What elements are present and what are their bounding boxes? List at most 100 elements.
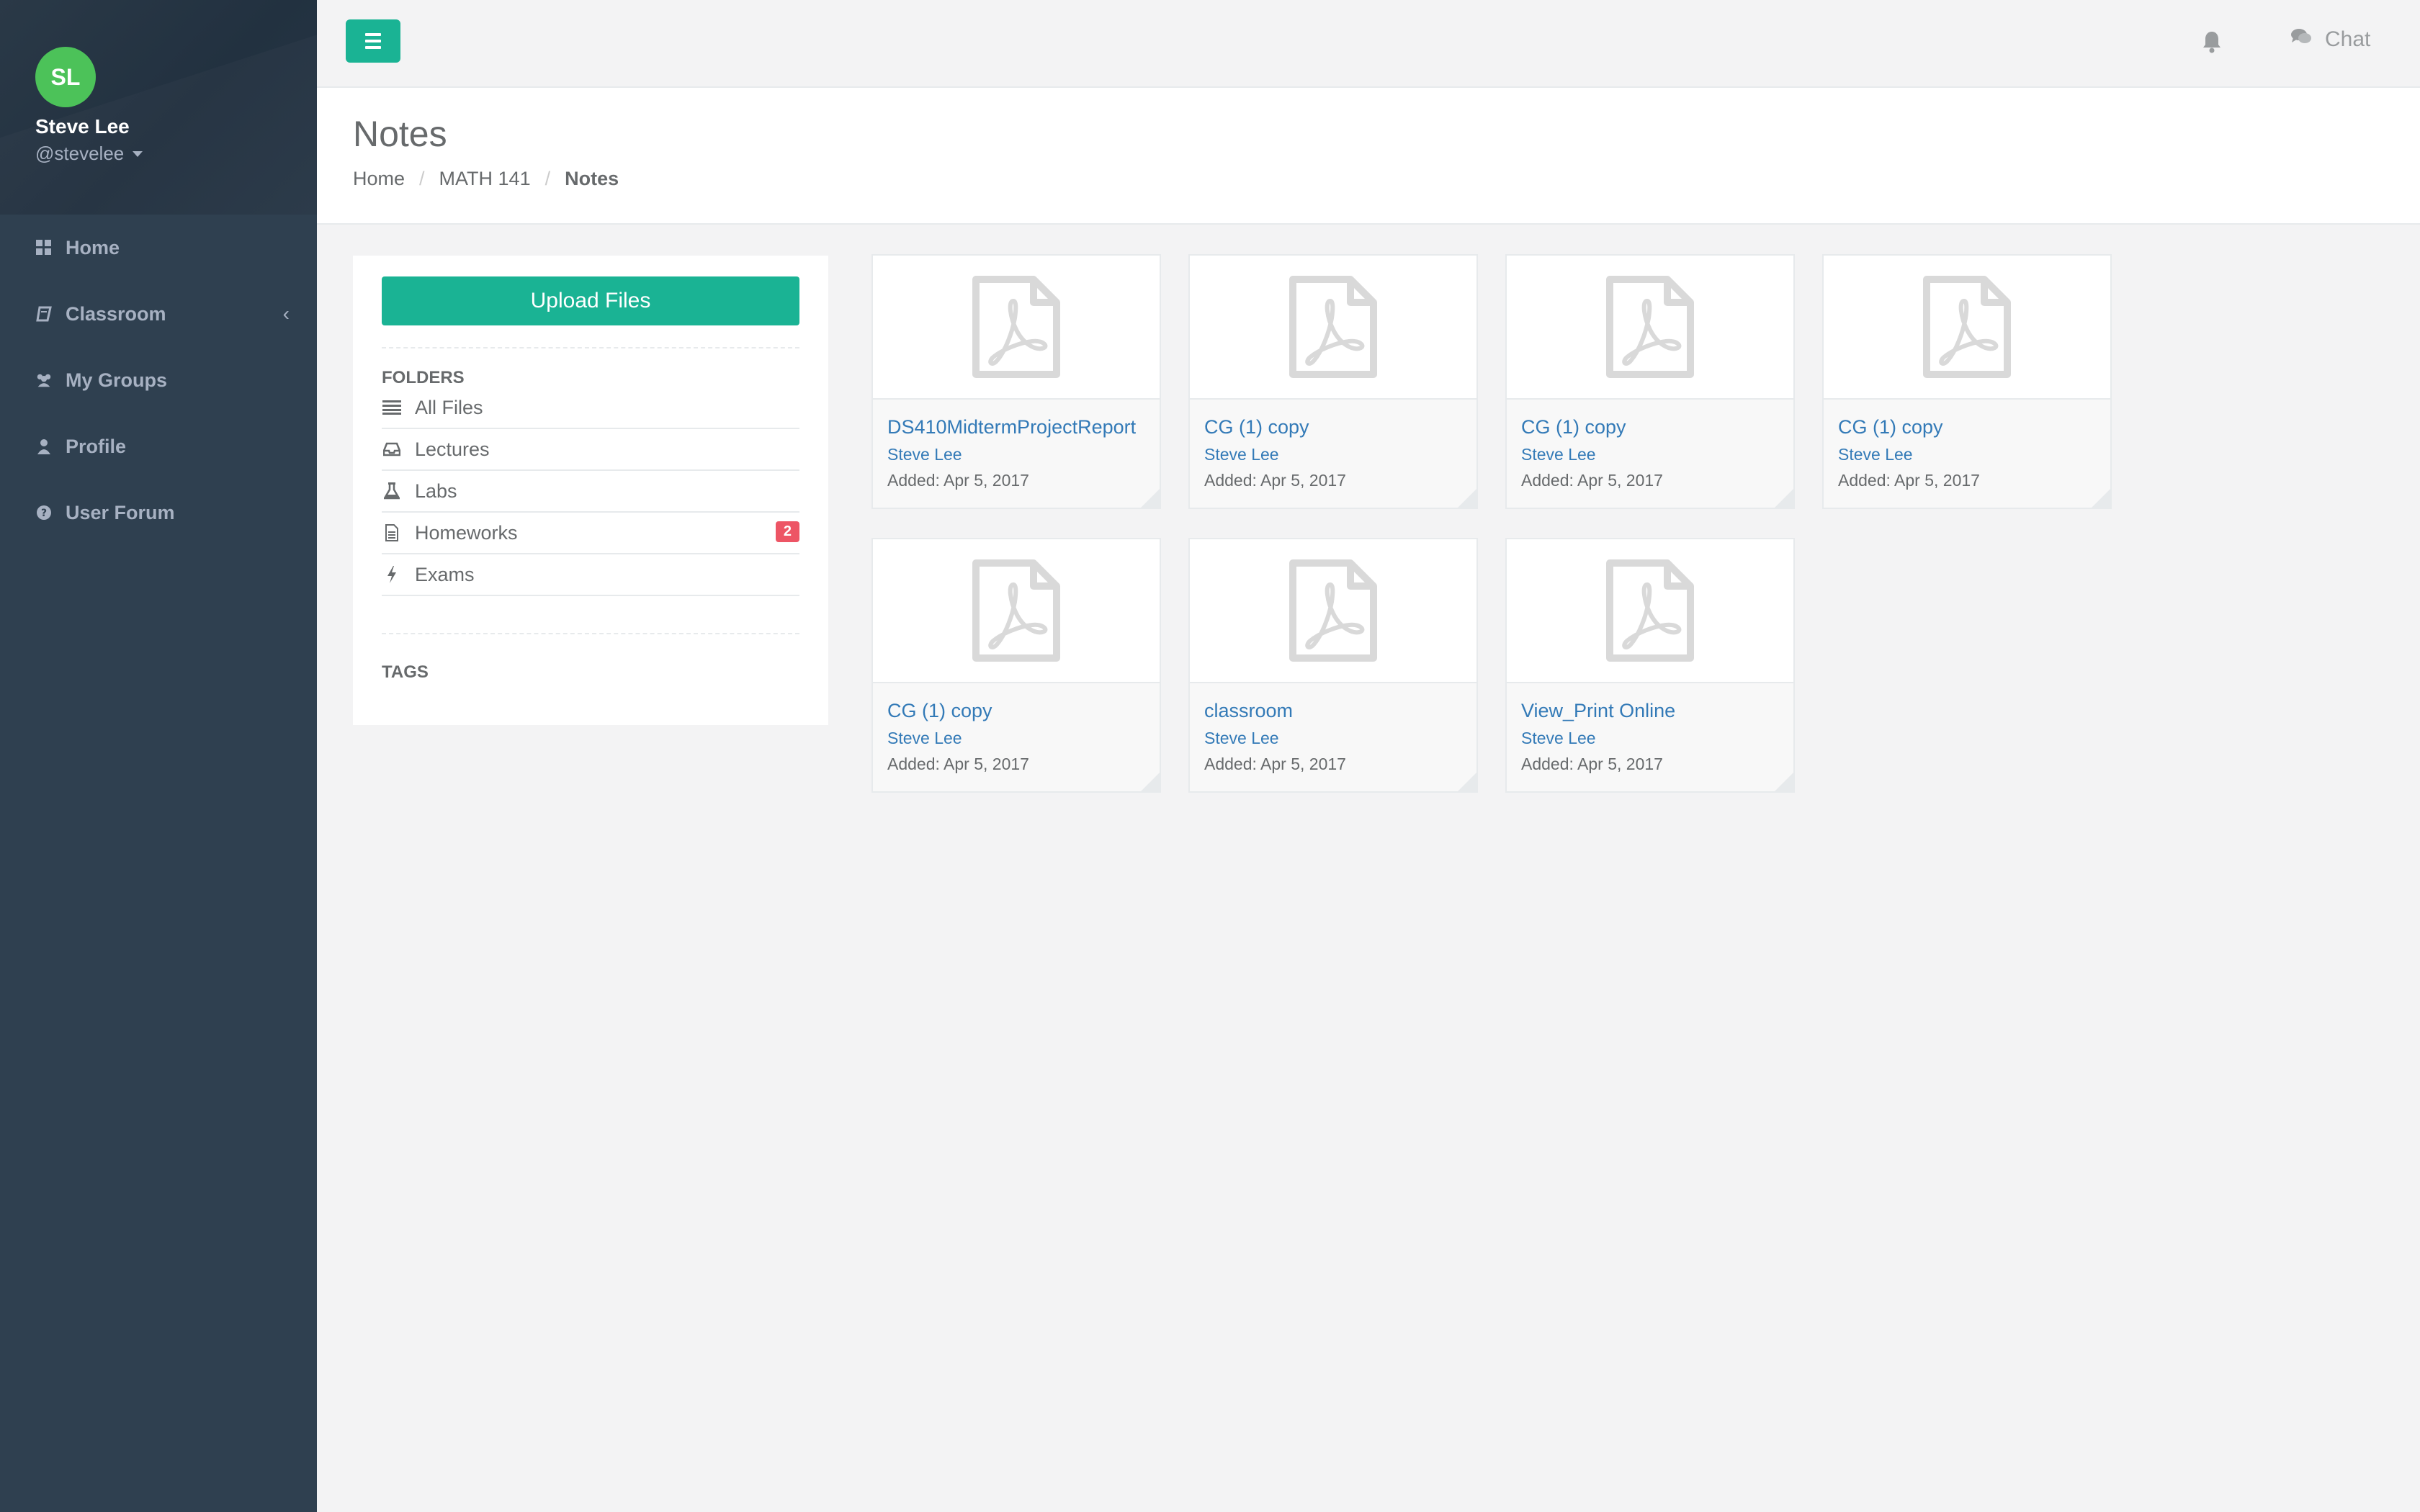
pdf-file-icon <box>1289 559 1377 662</box>
th-large-icon <box>35 239 53 256</box>
chat-link[interactable]: Chat <box>2290 27 2370 52</box>
upload-files-button[interactable]: Upload Files <box>382 276 799 325</box>
breadcrumb-separator: / <box>419 168 425 189</box>
file-card[interactable]: CG (1) copy Steve Lee Added: Apr 5, 2017 <box>1505 254 1795 509</box>
file-preview[interactable] <box>1824 256 2110 400</box>
folder-labs[interactable]: Labs <box>382 471 799 513</box>
file-preview[interactable] <box>1507 256 1793 400</box>
file-author[interactable]: Steve Lee <box>1521 729 1596 748</box>
folder-label: All Files <box>415 396 483 418</box>
folder-label: Labs <box>415 480 457 502</box>
chevron-left-icon: ‹ <box>282 302 290 325</box>
divider <box>382 347 799 348</box>
hamburger-icon <box>365 33 381 36</box>
file-text-icon <box>382 524 402 541</box>
file-name[interactable]: classroom <box>1204 700 1293 722</box>
breadcrumb: Home / MATH 141 / Notes <box>353 168 619 190</box>
folder-exams[interactable]: Exams <box>382 554 799 596</box>
user-menu-toggle[interactable]: @stevelee <box>35 143 143 165</box>
corner-fold <box>1458 773 1476 791</box>
folder-lectures[interactable]: Lectures <box>382 429 799 471</box>
sidebar-item-home[interactable]: Home <box>0 215 317 281</box>
file-card[interactable]: CG (1) copy Steve Lee Added: Apr 5, 2017 <box>1822 254 2112 509</box>
pdf-file-icon <box>1606 559 1694 662</box>
sidebar-item-my-groups[interactable]: My Groups <box>0 347 317 413</box>
file-name[interactable]: CG (1) copy <box>887 700 992 722</box>
file-card[interactable]: CG (1) copy Steve Lee Added: Apr 5, 2017 <box>871 538 1161 793</box>
file-author[interactable]: Steve Lee <box>1838 445 1913 464</box>
svg-text:?: ? <box>41 508 47 519</box>
file-author[interactable]: Steve Lee <box>1521 445 1596 464</box>
sidebar-item-label: Classroom <box>66 302 166 325</box>
file-name[interactable]: View_Print Online <box>1521 700 1675 722</box>
file-preview[interactable] <box>1190 539 1476 683</box>
file-author[interactable]: Steve Lee <box>1204 729 1279 748</box>
file-date: Added: Apr 5, 2017 <box>1204 471 1346 490</box>
book-icon <box>35 305 53 323</box>
folder-list: All Files Lectures Labs Homeworks 2 Exam… <box>382 387 799 596</box>
file-preview[interactable] <box>1507 539 1793 683</box>
corner-fold <box>1775 489 1793 508</box>
folder-label: Homeworks <box>415 521 518 544</box>
file-card[interactable]: classroom Steve Lee Added: Apr 5, 2017 <box>1188 538 1478 793</box>
chat-label: Chat <box>2325 27 2371 51</box>
user-icon <box>35 438 53 455</box>
file-date: Added: Apr 5, 2017 <box>1838 471 1980 490</box>
corner-fold <box>1141 489 1160 508</box>
breadcrumb-home[interactable]: Home <box>353 168 405 190</box>
pdf-file-icon <box>1289 276 1377 378</box>
file-card[interactable]: DS410MidtermProjectReport Steve Lee Adde… <box>871 254 1161 509</box>
top-navbar: Chat <box>317 0 2420 88</box>
file-preview[interactable] <box>873 256 1160 400</box>
sidebar: SL Steve Lee @stevelee Home Classroom ‹ … <box>0 0 317 1512</box>
file-author[interactable]: Steve Lee <box>887 445 962 464</box>
sidebar-item-user-forum[interactable]: ? User Forum <box>0 480 317 546</box>
file-author[interactable]: Steve Lee <box>887 729 962 748</box>
folder-label: Lectures <box>415 438 490 460</box>
file-name[interactable]: DS410MidtermProjectReport <box>887 416 1136 438</box>
list-icon <box>382 399 402 416</box>
menu-toggle-button[interactable] <box>346 19 400 63</box>
folders-title: FOLDERS <box>382 368 465 387</box>
sidebar-item-classroom[interactable]: Classroom ‹ <box>0 281 317 347</box>
user-name[interactable]: Steve Lee <box>35 115 130 138</box>
corner-fold <box>2092 489 2110 508</box>
users-icon <box>35 372 53 389</box>
pdf-file-icon <box>1923 276 2011 378</box>
folder-homeworks[interactable]: Homeworks 2 <box>382 513 799 554</box>
file-preview[interactable] <box>873 539 1160 683</box>
folder-panel: Upload Files FOLDERS All Files Lectures … <box>353 256 828 725</box>
page-heading: Notes Home / MATH 141 / Notes <box>317 88 2420 225</box>
folder-all-files[interactable]: All Files <box>382 387 799 429</box>
page-title: Notes <box>353 114 447 154</box>
bolt-icon <box>382 566 402 583</box>
breadcrumb-current: Notes <box>565 168 619 189</box>
corner-fold <box>1458 489 1476 508</box>
file-name[interactable]: CG (1) copy <box>1838 416 1943 438</box>
file-date: Added: Apr 5, 2017 <box>1521 471 1663 490</box>
pdf-file-icon <box>972 559 1060 662</box>
divider <box>382 633 799 634</box>
file-name[interactable]: CG (1) copy <box>1204 416 1309 438</box>
file-name[interactable]: CG (1) copy <box>1521 416 1626 438</box>
file-card[interactable]: View_Print Online Steve Lee Added: Apr 5… <box>1505 538 1795 793</box>
bell-icon[interactable] <box>2202 30 2222 57</box>
inbox-icon <box>382 441 402 458</box>
avatar[interactable]: SL <box>35 47 96 107</box>
file-date: Added: Apr 5, 2017 <box>887 755 1029 773</box>
pdf-file-icon <box>1606 276 1694 378</box>
corner-fold <box>1141 773 1160 791</box>
breadcrumb-course[interactable]: MATH 141 <box>439 168 531 190</box>
file-author[interactable]: Steve Lee <box>1204 445 1279 464</box>
folder-label: Exams <box>415 563 475 585</box>
sidebar-item-profile[interactable]: Profile <box>0 413 317 480</box>
question-circle-icon: ? <box>35 504 53 521</box>
sidebar-item-label: User Forum <box>66 501 175 523</box>
sidebar-item-label: Profile <box>66 435 127 457</box>
file-date: Added: Apr 5, 2017 <box>1521 755 1663 773</box>
sidebar-item-label: My Groups <box>66 369 168 391</box>
file-card[interactable]: CG (1) copy Steve Lee Added: Apr 5, 2017 <box>1188 254 1478 509</box>
file-preview[interactable] <box>1190 256 1476 400</box>
pdf-file-icon <box>972 276 1060 378</box>
caret-down-icon <box>133 150 143 157</box>
